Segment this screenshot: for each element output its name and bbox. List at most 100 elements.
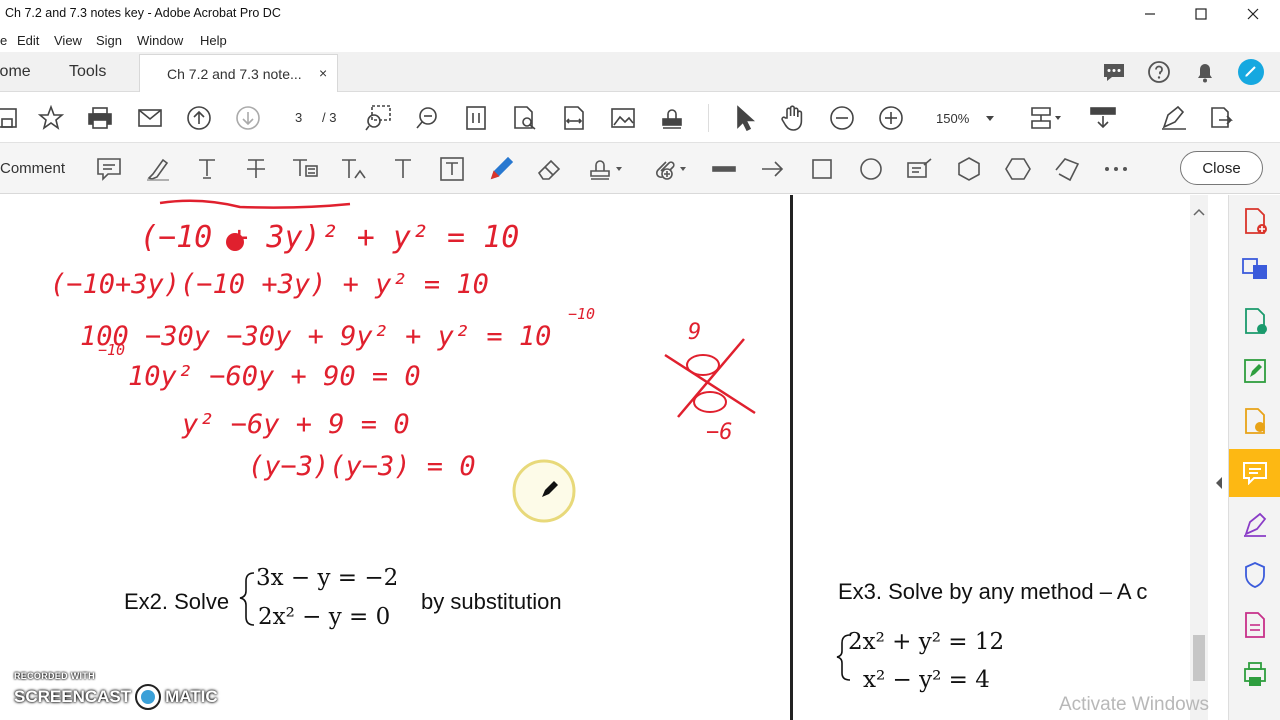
strikethrough-button[interactable] bbox=[241, 154, 271, 184]
polyline-tool-button[interactable] bbox=[1052, 154, 1082, 184]
account-button[interactable] bbox=[1235, 52, 1267, 92]
add-text-button[interactable] bbox=[388, 154, 418, 184]
print-button[interactable] bbox=[85, 103, 115, 133]
menu-file[interactable]: e bbox=[0, 33, 7, 48]
fit-page-button[interactable] bbox=[461, 103, 491, 133]
fit-width-button[interactable] bbox=[559, 103, 589, 133]
export-pdf-tool[interactable] bbox=[1241, 307, 1269, 335]
find-button[interactable] bbox=[510, 103, 540, 133]
zoom-out-button[interactable] bbox=[827, 103, 857, 133]
collapse-pane-icon[interactable] bbox=[1214, 476, 1224, 490]
menu-view[interactable]: View bbox=[54, 33, 82, 48]
tab-bar: Home Tools Ch 7.2 and 7.3 note... × bbox=[0, 52, 1280, 93]
email-button[interactable] bbox=[135, 103, 165, 133]
hand-tool-button[interactable] bbox=[778, 103, 808, 133]
chevron-down-icon bbox=[986, 116, 995, 121]
text-box-button[interactable] bbox=[437, 154, 467, 184]
select-tool-button[interactable] bbox=[729, 103, 759, 133]
minimize-button[interactable] bbox=[1124, 0, 1176, 28]
stamp-button[interactable] bbox=[657, 103, 687, 133]
save-icon bbox=[0, 108, 17, 128]
close-comment-button[interactable]: Close bbox=[1180, 151, 1263, 185]
hw-circle-bottom bbox=[693, 391, 727, 413]
combine-files-icon bbox=[1242, 258, 1267, 279]
pencil-icon bbox=[490, 156, 514, 180]
paperclip-icon bbox=[655, 161, 686, 180]
tab-document-label: Ch 7.2 and 7.3 note... bbox=[167, 66, 302, 82]
combine-files-tool[interactable] bbox=[1241, 255, 1269, 283]
zoom-in-button[interactable] bbox=[876, 103, 906, 133]
replace-text-button[interactable] bbox=[290, 154, 320, 184]
protect-tool[interactable] bbox=[1241, 561, 1269, 589]
menu-sign[interactable]: Sign bbox=[96, 33, 122, 48]
arrow-right-icon bbox=[762, 161, 784, 177]
scrollbar-thumb[interactable] bbox=[1193, 635, 1205, 681]
zoom-button[interactable] bbox=[412, 103, 442, 133]
menu-window[interactable]: Window bbox=[137, 33, 183, 48]
menu-edit[interactable]: Edit bbox=[17, 33, 39, 48]
marquee-zoom-icon bbox=[365, 105, 391, 131]
comments-button[interactable] bbox=[1098, 52, 1130, 92]
tab-document[interactable]: Ch 7.2 and 7.3 note... × bbox=[139, 54, 338, 93]
sticky-note-button[interactable] bbox=[94, 154, 124, 184]
scroll-mode-button[interactable] bbox=[1088, 103, 1118, 133]
close-window-button[interactable] bbox=[1227, 0, 1279, 28]
share-button[interactable] bbox=[1208, 103, 1238, 133]
page-display-button[interactable] bbox=[1026, 103, 1066, 133]
window-title: Ch 7.2 and 7.3 notes key - Adobe Acrobat… bbox=[5, 6, 281, 20]
tab-tools[interactable]: Tools bbox=[69, 63, 106, 81]
prev-page-button[interactable] bbox=[184, 103, 214, 133]
close-icon bbox=[1247, 8, 1259, 20]
scroll-up-icon[interactable] bbox=[1190, 205, 1208, 219]
comment-tool[interactable] bbox=[1241, 459, 1269, 487]
bookmark-button[interactable] bbox=[36, 103, 66, 133]
fill-sign-tool[interactable] bbox=[1241, 511, 1269, 539]
shield-icon bbox=[1245, 562, 1265, 588]
underline-text-button[interactable] bbox=[192, 154, 222, 184]
hw-line-3: 100 −30y −30y + 9y² + y² = 10 bbox=[80, 321, 551, 352]
attach-file-button[interactable] bbox=[648, 154, 690, 184]
ex3-label: Ex3. Solve by any method – A c bbox=[838, 579, 1148, 604]
menu-help[interactable]: Help bbox=[200, 33, 227, 48]
notifications-button[interactable] bbox=[1189, 52, 1221, 92]
tab-close-icon[interactable]: × bbox=[319, 65, 327, 81]
comment-toolbar: Comment bbox=[0, 143, 1280, 194]
text-strikethrough-icon bbox=[247, 159, 265, 178]
zoom-select[interactable]: 150% bbox=[928, 105, 1002, 131]
arrow-tool-button[interactable] bbox=[758, 154, 788, 184]
highlight-button[interactable] bbox=[143, 154, 173, 184]
save-button[interactable] bbox=[0, 103, 22, 133]
line-tool-button[interactable] bbox=[709, 154, 739, 184]
fill-sign-button[interactable] bbox=[1159, 103, 1189, 133]
polygon-tool-button[interactable] bbox=[954, 154, 984, 184]
scroll-mode-icon bbox=[1090, 107, 1116, 129]
next-page-button[interactable] bbox=[233, 103, 263, 133]
edit-pdf-tool[interactable] bbox=[1241, 357, 1269, 385]
stamp-dropdown-icon bbox=[590, 160, 622, 180]
tab-home[interactable]: Home bbox=[0, 63, 31, 81]
cursor-highlight bbox=[512, 459, 576, 523]
ex2-equation-1: 3x − y = −2 bbox=[256, 565, 399, 591]
current-page[interactable]: 3 bbox=[295, 110, 302, 125]
stamp-menu-button[interactable] bbox=[584, 154, 626, 184]
image-button[interactable] bbox=[608, 103, 638, 133]
more-pdf-tool[interactable] bbox=[1241, 611, 1269, 639]
rectangle-tool-button[interactable] bbox=[807, 154, 837, 184]
help-button[interactable] bbox=[1143, 52, 1175, 92]
organize-pages-tool[interactable] bbox=[1241, 407, 1269, 435]
more-tools-button[interactable] bbox=[1101, 154, 1131, 184]
draw-pencil-button[interactable] bbox=[486, 154, 516, 184]
print-production-tool[interactable] bbox=[1241, 661, 1269, 689]
text-callout-button[interactable] bbox=[905, 154, 935, 184]
cloud-tool-button[interactable] bbox=[1003, 154, 1033, 184]
eraser-button[interactable] bbox=[535, 154, 565, 184]
hw-top-fragment bbox=[159, 199, 351, 209]
vertical-scrollbar[interactable] bbox=[1190, 195, 1208, 720]
highlighter-icon bbox=[147, 158, 169, 181]
insert-text-button[interactable] bbox=[339, 154, 369, 184]
polyline-icon bbox=[1055, 158, 1080, 182]
maximize-button[interactable] bbox=[1175, 0, 1227, 28]
marquee-zoom-button[interactable] bbox=[363, 103, 393, 133]
oval-tool-button[interactable] bbox=[856, 154, 886, 184]
create-pdf-tool[interactable] bbox=[1241, 207, 1269, 235]
